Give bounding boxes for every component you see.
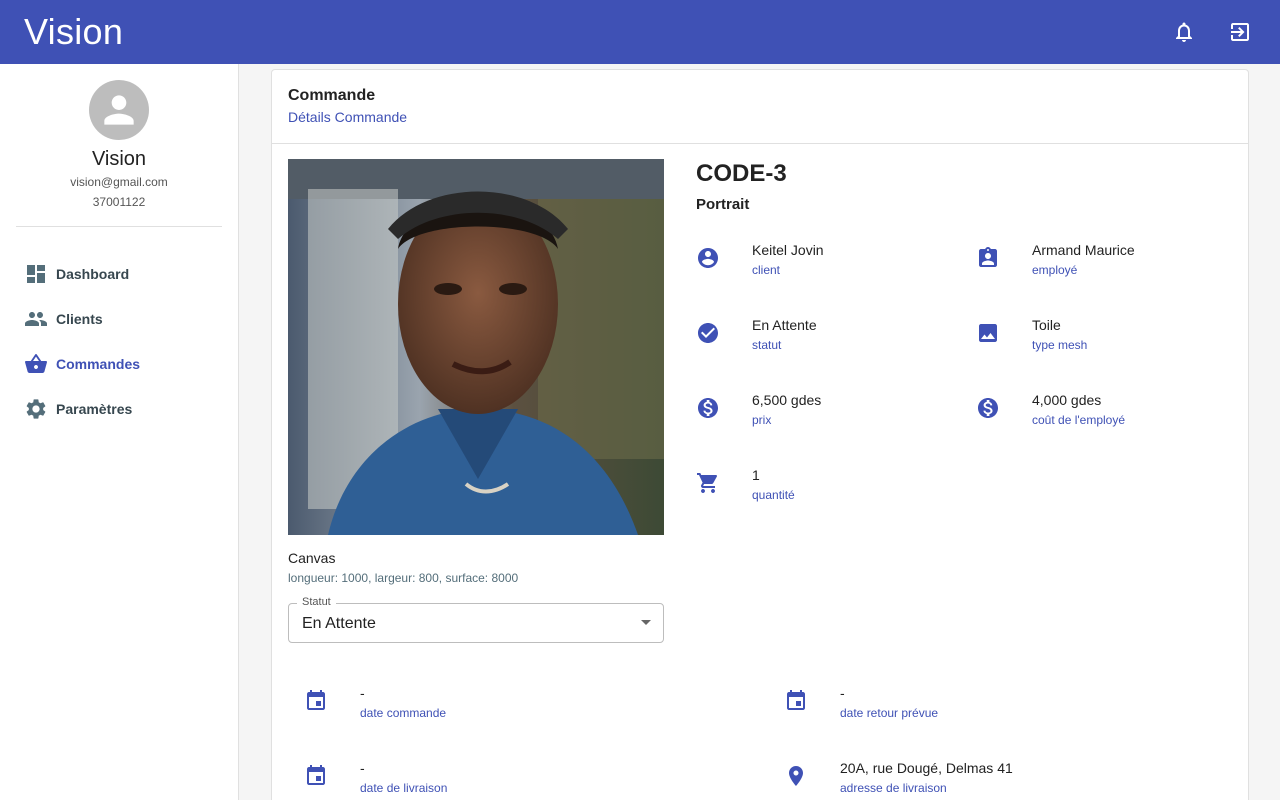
prix-label: prix	[752, 413, 772, 427]
cart-icon	[697, 473, 718, 493]
date-livraison-value: -	[360, 760, 365, 776]
detail-client: Keitel Jovin client	[696, 242, 824, 277]
detail-adresse-livraison: 20A, rue Dougé, Delmas 41 adresse de livr…	[784, 760, 1013, 795]
cout-employe-label: coût de l'employé	[1032, 413, 1126, 427]
basket-icon	[25, 353, 47, 373]
sidebar-item-label: Dashboard	[56, 265, 130, 282]
card-subtitle: Détails Commande	[288, 109, 408, 125]
date-livraison-label: date de livraison	[360, 781, 448, 795]
employe-value: Armand Maurice	[1032, 242, 1135, 258]
sidebar-item-label: Clients	[56, 310, 103, 327]
app-title[interactable]: Vision	[24, 11, 123, 53]
sidebar-item-label: Commandes	[56, 355, 141, 372]
detail-prix: 6,500 gdes prix	[696, 392, 821, 427]
notifications-button[interactable]	[1168, 16, 1200, 48]
clipboard-account-icon	[979, 247, 997, 267]
dollar-circle-icon	[978, 398, 998, 418]
detail-quantite: 1 quantité	[696, 467, 795, 502]
order-code: CODE-3	[696, 160, 787, 187]
prix-value: 6,500 gdes	[752, 392, 822, 408]
sidebar-item-dashboard[interactable]: Dashboard	[0, 251, 238, 296]
card-header: Commande Détails Commande	[272, 70, 1248, 144]
detail-date-retour: - date retour prévue	[784, 685, 938, 720]
date-commande-value: -	[360, 685, 365, 701]
sidebar-item-clients[interactable]: Clients	[0, 296, 238, 341]
check-circle-icon	[698, 323, 718, 343]
type-mesh-value: Toile	[1032, 317, 1061, 333]
image-icon	[979, 324, 997, 342]
bell-icon	[1176, 22, 1192, 42]
order-kind: Portrait	[696, 196, 750, 213]
account-circle-icon	[698, 248, 718, 268]
employe-label: employé	[1032, 263, 1078, 277]
detail-date-livraison: - date de livraison	[304, 760, 447, 795]
quantite-label: quantité	[752, 488, 795, 502]
detail-employe: Armand Maurice employé	[976, 242, 1135, 277]
user-avatar-icon	[104, 95, 134, 125]
sidebar-item-commandes[interactable]: Commandes	[0, 341, 238, 386]
detail-cout-employe: 4,000 gdes coût de l'employé	[976, 392, 1125, 427]
statut-value: En Attente	[752, 317, 817, 333]
order-details-card: Commande Détails Commande Canvas longueu…	[271, 69, 1249, 800]
date-retour-label: date retour prévue	[840, 706, 939, 720]
client-value: Keitel Jovin	[752, 242, 824, 258]
client-label: client	[752, 263, 781, 277]
logout-button[interactable]	[1224, 16, 1256, 48]
statut-label: statut	[752, 338, 782, 352]
sidebar: Vision vision@gmail.com 37001122 Dashboa…	[0, 64, 239, 800]
dashboard-icon	[27, 264, 45, 283]
type-mesh-label: type mesh	[1032, 338, 1088, 352]
calendar-icon	[787, 690, 805, 710]
portrait-photo	[288, 159, 664, 535]
location-pin-icon	[789, 766, 803, 786]
cout-employe-value: 4,000 gdes	[1032, 392, 1102, 408]
status-select-label: Statut	[297, 596, 336, 608]
status-select[interactable]: Statut En Attente	[288, 596, 664, 643]
canvas-dimensions: longueur: 1000, largeur: 800, surface: 8…	[288, 571, 519, 585]
date-retour-value: -	[840, 685, 845, 701]
calendar-icon	[307, 690, 325, 710]
dropdown-arrow-icon	[641, 620, 651, 625]
profile-email: vision@gmail.com	[70, 175, 168, 189]
calendar-icon	[307, 765, 325, 785]
profile-phone: 37001122	[92, 195, 146, 209]
detail-date-commande: - date commande	[304, 685, 446, 720]
profile-section: Vision vision@gmail.com 37001122	[0, 64, 238, 209]
canvas-title: Canvas	[288, 550, 336, 566]
people-icon	[25, 311, 47, 326]
card-title: Commande	[288, 87, 376, 104]
sidebar-item-parametres[interactable]: Paramètres	[0, 386, 238, 431]
adresse-livraison-value: 20A, rue Dougé, Delmas 41	[840, 760, 1013, 776]
sidebar-item-label: Paramètres	[56, 400, 133, 417]
date-commande-label: date commande	[360, 706, 447, 720]
dollar-circle-icon	[698, 398, 718, 418]
profile-name: Vision	[91, 148, 147, 170]
sidebar-nav: Dashboard Clients Commandes Paramètres	[0, 251, 238, 431]
adresse-livraison-label: adresse de livraison	[840, 781, 947, 795]
sidebar-divider	[16, 226, 222, 227]
logout-icon	[1231, 23, 1249, 41]
status-select-value: En Attente	[302, 615, 376, 632]
quantite-value: 1	[752, 467, 760, 483]
avatar	[89, 80, 149, 140]
app-bar: Vision	[0, 0, 1280, 64]
portrait-image	[288, 159, 664, 535]
detail-statut: En Attente statut	[696, 317, 817, 352]
gear-icon	[26, 398, 46, 419]
detail-type-mesh: Toile type mesh	[976, 317, 1087, 352]
